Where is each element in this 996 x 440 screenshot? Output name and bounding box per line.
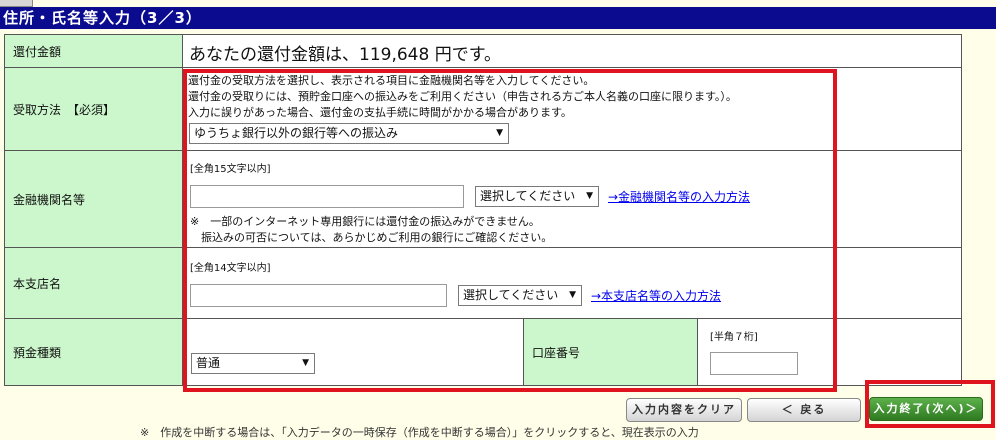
top-strip xyxy=(0,0,996,7)
highlight-box-form xyxy=(183,69,837,392)
refund-amount-label: 還付金額 xyxy=(4,34,183,68)
refund-amount-cell: あなたの還付金額は、119,648 円です。 xyxy=(182,34,962,68)
branch-name-label: 本支店名 xyxy=(4,247,183,319)
bank-name-label: 金融機関名等 xyxy=(4,150,183,248)
footnote-text: ※ 作成を中断する場合は、「入力データの一時保存（作成を中断する場合）」をクリッ… xyxy=(140,426,699,439)
deposit-type-label: 預金種類 xyxy=(4,318,183,386)
refund-amount-text: あなたの還付金額は、119,648 円です。 xyxy=(189,45,502,65)
finish-next-button[interactable]: 入力終了(次へ)＞ xyxy=(869,397,983,421)
back-button[interactable]: ＜ 戻る xyxy=(747,398,861,422)
page-title: 住所・氏名等入力（3／3） xyxy=(0,7,996,29)
receipt-method-label: 受取方法 【必須】 xyxy=(4,67,183,151)
toolbar-button[interactable] xyxy=(0,0,33,7)
clear-input-button[interactable]: 入力内容をクリア xyxy=(626,398,742,422)
